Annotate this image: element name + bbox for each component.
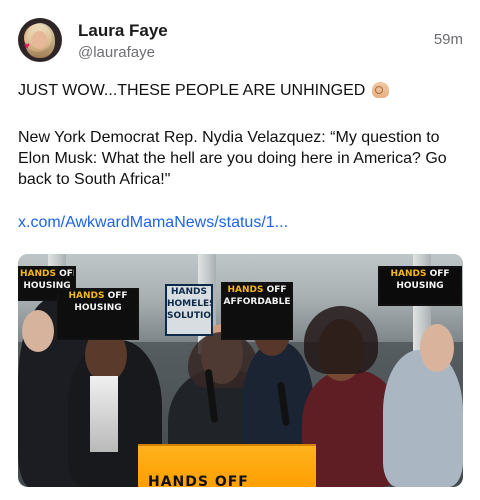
sign2-line3: HOUSING (74, 303, 122, 313)
post-text-line1: JUST WOW...THESE PEOPLE ARE UNHINGED (18, 82, 463, 100)
sign3-line1: HANDS (171, 287, 207, 297)
heart-icon: ♥ (24, 41, 30, 52)
sign3-line3: SOLUTIONS (167, 311, 211, 321)
sign4-line1: HANDS (227, 285, 264, 295)
author-avatar[interactable]: ♥ (18, 18, 62, 62)
woman-hair (304, 306, 378, 374)
avatar-face (32, 31, 47, 49)
white-scarf (90, 376, 118, 452)
sign1-line2: OFF (59, 269, 74, 279)
post-link[interactable]: x.com/AwkwardMamaNews/status/1... (18, 214, 288, 232)
author-handle[interactable]: @laurafaye (78, 44, 155, 61)
sign1-line1: HANDS (20, 269, 56, 279)
sign5-line2: OFF (429, 269, 450, 279)
sign5-line1: HANDS (390, 269, 427, 279)
sign2-line1: HANDS (68, 291, 105, 301)
protest-sign-2: HANDS OFF HOUSING (57, 288, 139, 340)
sign3-line2: HOMELESS (167, 299, 211, 309)
sign5-line3: HOUSING (396, 281, 444, 291)
sign4-line2: OFF (266, 285, 287, 295)
author-name[interactable]: Laura Faye (78, 21, 168, 41)
protest-sign-4: HANDS OFF AFFORDABLE (221, 282, 293, 340)
crowd-head-1 (22, 310, 54, 352)
ok-hand-icon (371, 82, 389, 98)
post-text-line1-text: JUST WOW...THESE PEOPLE ARE UNHINGED (18, 82, 366, 99)
protest-sign-5: HANDS OFF HOUSING (378, 266, 462, 306)
sign4-line3: AFFORDABLE (223, 297, 291, 307)
sign2-line2: OFF (107, 291, 128, 301)
podium-text: HANDS OFF (148, 474, 249, 487)
post-card[interactable]: ♥ Laura Faye @laurafaye 59m JUST WOW...T… (0, 0, 480, 500)
media-image[interactable]: HANDS OFF HOUSING HANDS OFF HOUSING HAND… (18, 254, 463, 487)
post-timestamp: 59m (433, 31, 463, 48)
crowd-head-4 (420, 324, 454, 372)
protest-sign-3: HANDS HOMELESS SOLUTIONS (165, 284, 213, 336)
post-text-paragraph: New York Democrat Rep. Nydia Velazquez: … (18, 129, 447, 188)
crowd-person-4 (383, 350, 463, 487)
